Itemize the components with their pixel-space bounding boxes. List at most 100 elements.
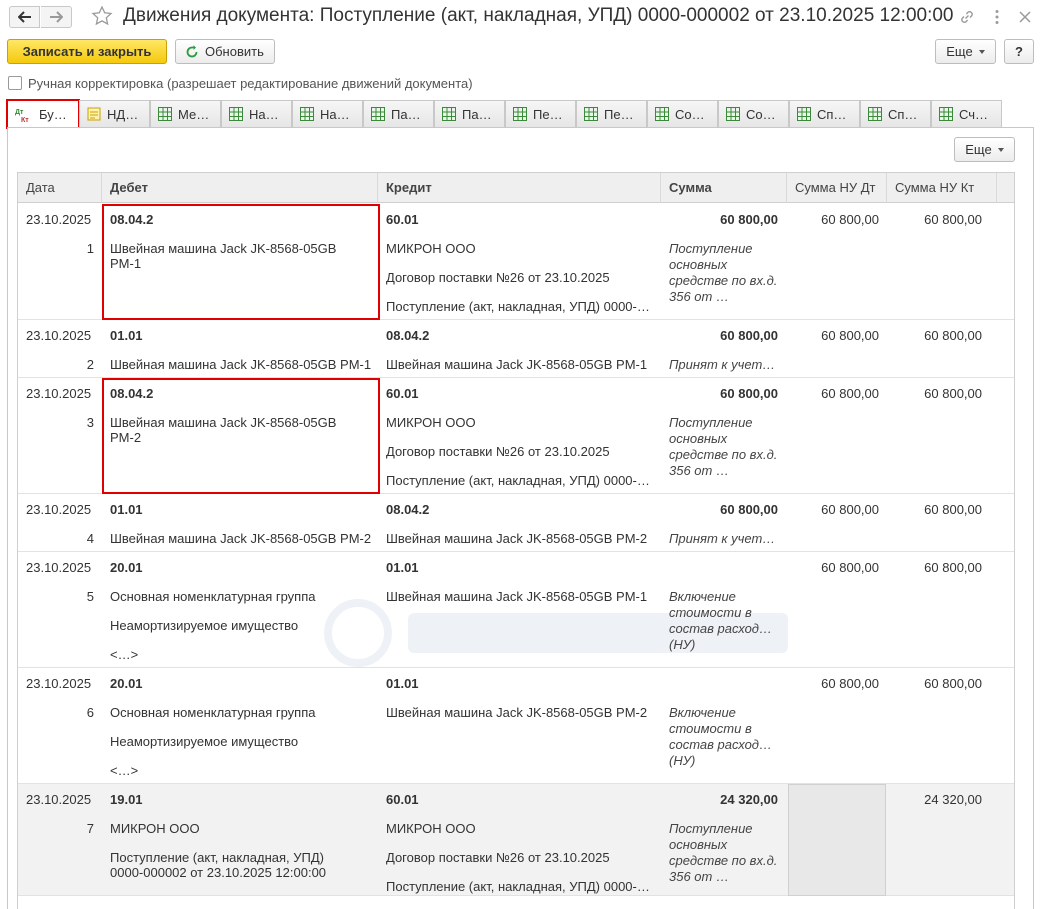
entry-date: 23.10.2025: [26, 386, 92, 401]
tab-0[interactable]: Дт Кт Бу…: [6, 99, 80, 129]
manual-correction-checkbox[interactable]: [8, 76, 22, 90]
entry-sum-nu-dt: 60 800,00: [821, 328, 879, 343]
table-icon: [584, 107, 598, 121]
entry-sum: 60 800,00: [720, 386, 778, 401]
column-header-sum-nu-kt[interactable]: Сумма НУ Кт: [887, 173, 997, 203]
entry-sum-nu-dt: 60 800,00: [821, 676, 879, 691]
tab-label: Со…: [746, 106, 776, 122]
debit-subconto: Основная номенклатурная группа: [110, 705, 316, 720]
credit-subconto: Договор поставки №26 от 23.10.2025: [386, 850, 610, 865]
post-and-close-button[interactable]: Записать и закрыть: [7, 39, 167, 64]
tab-4[interactable]: На…: [292, 100, 363, 127]
entries-table[interactable]: Дата Дебет Кредит Сумма Сумма НУ Дт Сумм…: [17, 172, 1015, 909]
entry-sum-nu-kt: 60 800,00: [924, 560, 982, 575]
column-header-debit[interactable]: Дебет: [102, 173, 378, 203]
credit-account: 08.04.2: [386, 328, 430, 343]
tab-label: Сп…: [888, 106, 918, 122]
tab-11[interactable]: Сп…: [789, 100, 860, 127]
entry-sum: 60 800,00: [720, 212, 778, 227]
refresh-button[interactable]: Обновить: [175, 39, 275, 64]
chevron-down-icon: [997, 147, 1004, 152]
table-icon: [229, 107, 243, 121]
column-header-date[interactable]: Дата: [18, 173, 102, 203]
entry-sum-nu-kt: 24 320,00: [924, 792, 982, 807]
table-row[interactable]: 23.10.2025 6 20.01 Основная номенклатурная …: [18, 668, 1014, 784]
credit-subconto: Швейная машина Jack JK-8568-05GB PM-2: [386, 705, 648, 720]
debit-account: 08.04.2: [110, 386, 154, 401]
debit-account: 19.01: [110, 792, 143, 807]
debit-subconto: МИКРОН ООО: [110, 821, 200, 836]
register-note-icon: [87, 107, 101, 121]
tab-12[interactable]: Сп…: [860, 100, 931, 127]
column-header-credit[interactable]: Кредит: [378, 173, 661, 203]
table-row[interactable]: 23.10.2025 2 01.01 Швейная машина Jack JK-8…: [18, 320, 1014, 378]
refresh-icon: [186, 44, 198, 57]
table-icon: [868, 107, 882, 121]
entry-number: 5: [86, 589, 94, 604]
tab-label: НД…: [107, 106, 139, 122]
table-icon: [939, 107, 953, 121]
entry-date: 23.10.2025: [26, 502, 92, 517]
table-row[interactable]: 23.10.2025 3 08.04.2 Швейная машина Jack JK…: [18, 378, 1014, 494]
table-icon: [300, 107, 314, 121]
entry-date: 23.10.2025: [26, 212, 92, 227]
dt-kt-icon: ДтКт: [15, 109, 29, 123]
table-more-button[interactable]: Еще: [954, 137, 1015, 162]
tab-6[interactable]: Па…: [434, 100, 505, 127]
table-more-label: Еще: [965, 142, 992, 157]
tab-label: Па…: [462, 106, 492, 122]
back-button[interactable]: [9, 6, 40, 28]
close-icon[interactable]: [1016, 8, 1034, 26]
tab-5[interactable]: Па…: [363, 100, 434, 127]
more-button[interactable]: Еще: [935, 39, 996, 64]
tab-10[interactable]: Со…: [718, 100, 789, 127]
table-row[interactable]: 23.10.2025 1 08.04.2 Швейная машина Jack JK…: [18, 204, 1014, 320]
entry-sum-nu-kt: 60 800,00: [924, 386, 982, 401]
debit-subconto: Швейная машина Jack JK-8568-05GB PM-2: [110, 415, 337, 445]
window-title: Движения документа: Поступление (акт, на…: [123, 5, 954, 26]
tab-label: Сч…: [959, 106, 989, 122]
tab-7[interactable]: Пе…: [505, 100, 576, 127]
arrow-left-icon: [17, 11, 31, 23]
table-row[interactable]: 23.10.2025 5 20.01 Основная номенклатурная …: [18, 552, 1014, 668]
table-icon: [442, 107, 456, 121]
sum-nu-dt-empty-cell[interactable]: [788, 784, 886, 896]
debit-subconto: Швейная машина Jack JK-8568-05GB PM-1: [110, 357, 372, 372]
entry-date: 23.10.2025: [26, 676, 92, 691]
tab-label: Пе…: [533, 106, 563, 122]
help-button[interactable]: ?: [1004, 39, 1034, 64]
table-icon: [513, 107, 527, 121]
tab-3[interactable]: На…: [221, 100, 292, 127]
debit-subconto: Неамортизируемое имущество: [110, 618, 299, 633]
entry-content: Включение стоимости в состав расход… (НУ…: [669, 589, 772, 652]
debit-account: 20.01: [110, 560, 143, 575]
tab-13[interactable]: Сч…: [931, 100, 1002, 127]
entry-date: 23.10.2025: [26, 328, 92, 343]
table-row[interactable]: 23.10.2025 7 19.01 МИКРОН ООО Поступление (а…: [18, 784, 1014, 896]
forward-button[interactable]: [41, 6, 72, 28]
tab-label: На…: [320, 106, 350, 122]
entry-number: 1: [86, 241, 94, 256]
tab-9[interactable]: Со…: [647, 100, 718, 127]
table-row[interactable]: 23.10.2025 4 01.01 Швейная машина Jack JK-8…: [18, 494, 1014, 552]
entry-sum-nu-kt: 60 800,00: [924, 676, 982, 691]
column-header-sum-nu-dt[interactable]: Сумма НУ Дт: [787, 173, 887, 203]
debit-account: 01.01: [110, 328, 143, 343]
tab-8[interactable]: Пе…: [576, 100, 647, 127]
table-icon: [158, 107, 172, 121]
entry-content: Принят к учет…: [669, 357, 776, 372]
credit-subconto: МИКРОН ООО: [386, 415, 476, 430]
column-header-sum[interactable]: Сумма: [661, 173, 787, 203]
entry-content: Поступление основных средстве по вх.д. 3…: [669, 241, 778, 304]
favorite-star-icon[interactable]: [91, 5, 113, 27]
tab-1[interactable]: НД…: [79, 100, 150, 127]
tab-2[interactable]: Ме…: [150, 100, 221, 127]
manual-correction-row[interactable]: Ручная корректировка (разрешает редактир…: [8, 75, 473, 91]
link-icon[interactable]: [958, 8, 976, 26]
more-vertical-icon[interactable]: [988, 8, 1006, 26]
entry-number: 3: [86, 415, 94, 430]
credit-subconto: Швейная машина Jack JK-8568-05GB PM-1: [386, 357, 648, 372]
tab-label: Сп…: [817, 106, 847, 122]
svg-text:Кт: Кт: [21, 117, 29, 123]
table-icon: [655, 107, 669, 121]
